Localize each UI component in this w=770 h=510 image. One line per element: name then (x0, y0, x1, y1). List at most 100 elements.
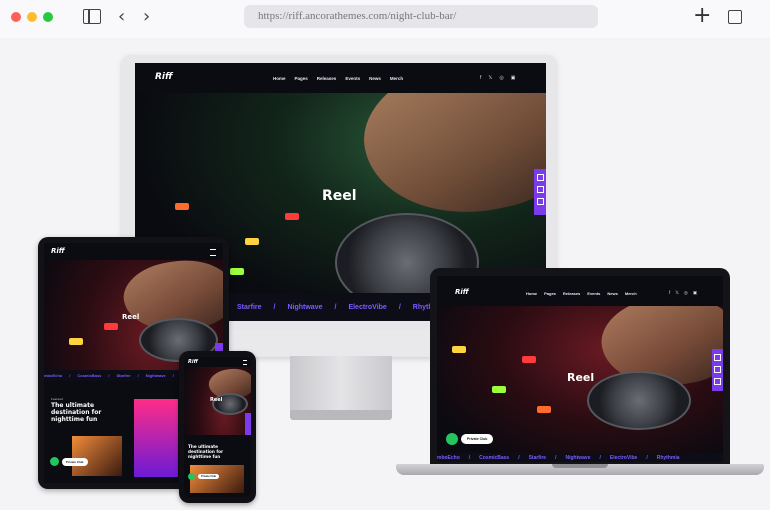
forward-icon[interactable]: › (143, 6, 150, 27)
ticker-item: Nightwave (145, 373, 166, 378)
phone-header: Riff (184, 357, 251, 367)
ticker-item: Rhythmia (656, 454, 680, 461)
tablet-photo (134, 399, 178, 477)
new-tab-icon[interactable]: + (693, 3, 711, 28)
ticker-sep: / (599, 454, 601, 461)
youtube-icon[interactable]: ▣ (511, 75, 516, 81)
ticker-item: Nightwave (565, 454, 591, 461)
youtube-icon[interactable]: ▣ (693, 290, 697, 296)
ticker-sep: / (334, 303, 337, 311)
tablet-photo-small (72, 436, 122, 476)
ticker-item: CosmicBass (77, 373, 102, 378)
docs-icon[interactable] (714, 378, 721, 385)
ticker-sep: / (69, 373, 71, 378)
ticker-item: CosmicBass (479, 454, 510, 461)
chat-icon[interactable] (50, 457, 59, 466)
tabs-icon[interactable] (724, 6, 742, 24)
tablet-header: Riff (44, 243, 223, 260)
ticker-sep: / (273, 303, 276, 311)
tablet-logo[interactable]: Riff (51, 247, 65, 255)
nav-item-releases[interactable]: Releases (317, 76, 337, 81)
site-logo[interactable]: Riff (155, 72, 173, 82)
nav-item-events[interactable]: Events (345, 76, 360, 81)
phone-logo[interactable]: Riff (188, 359, 198, 365)
browser-toolbar: ‹ › https://riff.ancorathemes.com/night-… (0, 0, 770, 38)
demo-icon[interactable] (714, 354, 721, 361)
nav-item-home[interactable]: Home (273, 76, 286, 81)
tablet-eyebrow: Featured (51, 397, 64, 401)
demo-icon[interactable] (536, 174, 544, 181)
laptop-cta[interactable]: Private Club (446, 433, 494, 445)
nav-item-events[interactable]: Events (587, 291, 600, 296)
facebook-icon[interactable]: f (669, 290, 670, 296)
phone-about-section: The ultimate destination for nighttime f… (184, 435, 251, 497)
laptop-social: f 𝕏 ◎ ▣ (669, 290, 697, 296)
instagram-icon[interactable]: ◎ (684, 290, 688, 296)
laptop-header: Riff Home Pages Releases Events News Mer… (437, 276, 723, 306)
laptop-hero-title: Reel (567, 371, 595, 384)
nav-item-merch[interactable]: Merch (390, 76, 403, 81)
facebook-icon[interactable]: f (480, 75, 481, 81)
chat-icon[interactable] (188, 473, 195, 480)
ticker-item: Starfire (528, 454, 547, 461)
laptop-ticker: mboEcho / CosmicBass / Starfire / Nightw… (437, 453, 723, 462)
main-nav: Home Pages Releases Events News Merch (273, 76, 403, 81)
nav-item-pages[interactable]: Pages (544, 291, 556, 296)
ticker-item: ElectroVibe (609, 454, 638, 461)
ticker-sep: / (137, 373, 139, 378)
ticker-sep: / (398, 303, 401, 311)
menu-icon[interactable] (210, 249, 216, 256)
ticker-sep: / (555, 454, 557, 461)
nav-item-merch[interactable]: Merch (625, 291, 637, 296)
instagram-icon[interactable]: ◎ (499, 75, 503, 81)
back-icon[interactable]: ‹ (118, 6, 125, 27)
ticker-sep: / (468, 454, 471, 461)
address-bar[interactable]: https://riff.ancorathemes.com/night-club… (244, 5, 598, 28)
tablet-cta-label[interactable]: Private Club (62, 457, 88, 466)
laptop-side-tabs[interactable] (712, 349, 723, 391)
sidebar-icon[interactable] (83, 9, 101, 24)
close-window-button[interactable] (11, 12, 21, 22)
phone-cta[interactable]: Private Club (188, 473, 220, 480)
ticker-item: Nightwave (287, 303, 323, 311)
ticker-item: Starfire (116, 373, 131, 378)
cart-icon[interactable] (714, 366, 721, 373)
ticker-sep: / (518, 454, 520, 461)
site-header: Riff Home Pages Releases Events News Mer… (135, 63, 546, 93)
laptop-screen: Riff Home Pages Releases Events News Mer… (437, 276, 723, 462)
nav-item-home[interactable]: Home (526, 291, 537, 296)
laptop-cta-label[interactable]: Private Club (461, 434, 494, 444)
ticker-sep: / (646, 454, 648, 461)
ticker-sep: / (172, 373, 174, 378)
ticker-item: Starfire (237, 303, 262, 311)
hero-title: Reel (322, 188, 357, 204)
nav-item-pages[interactable]: Pages (295, 76, 308, 81)
nav-item-news[interactable]: News (607, 291, 617, 296)
docs-icon[interactable] (536, 198, 544, 205)
tablet-hero-title: Reel (122, 313, 140, 321)
url-text: https://riff.ancorathemes.com/night-club… (258, 10, 457, 22)
ticker-item: mboEcho (44, 373, 63, 378)
menu-icon[interactable] (243, 360, 247, 365)
nav-item-releases[interactable]: Releases (563, 291, 580, 296)
laptop-nav: Home Pages Releases Events News Merch (526, 291, 637, 296)
ticker-item: ElectroVibe (348, 303, 387, 311)
nav-item-news[interactable]: News (369, 76, 381, 81)
zoom-window-button[interactable] (43, 12, 53, 22)
phone-cta-label[interactable]: Private Club (198, 474, 220, 479)
phone-screen: Riff Reel The ultimate destination for n… (184, 357, 251, 497)
chat-icon[interactable] (446, 433, 458, 445)
ticker-sep: / (108, 373, 110, 378)
x-icon[interactable]: 𝕏 (675, 290, 679, 296)
phone-heading: The ultimate destination for nighttime f… (188, 444, 224, 459)
x-icon[interactable]: 𝕏 (488, 75, 492, 81)
ticker-item: mboEcho (437, 454, 460, 461)
cart-icon[interactable] (536, 186, 544, 193)
tablet-cta[interactable]: Private Club (50, 457, 88, 466)
social-links: f 𝕏 ◎ ▣ (480, 75, 516, 81)
side-panel-tabs[interactable] (534, 169, 546, 215)
minimize-window-button[interactable] (27, 12, 37, 22)
tablet-heading: The ultimate destination for nighttime f… (51, 402, 102, 423)
laptop-logo[interactable]: Riff (455, 288, 469, 296)
phone-hero-title: Reel (210, 397, 223, 403)
